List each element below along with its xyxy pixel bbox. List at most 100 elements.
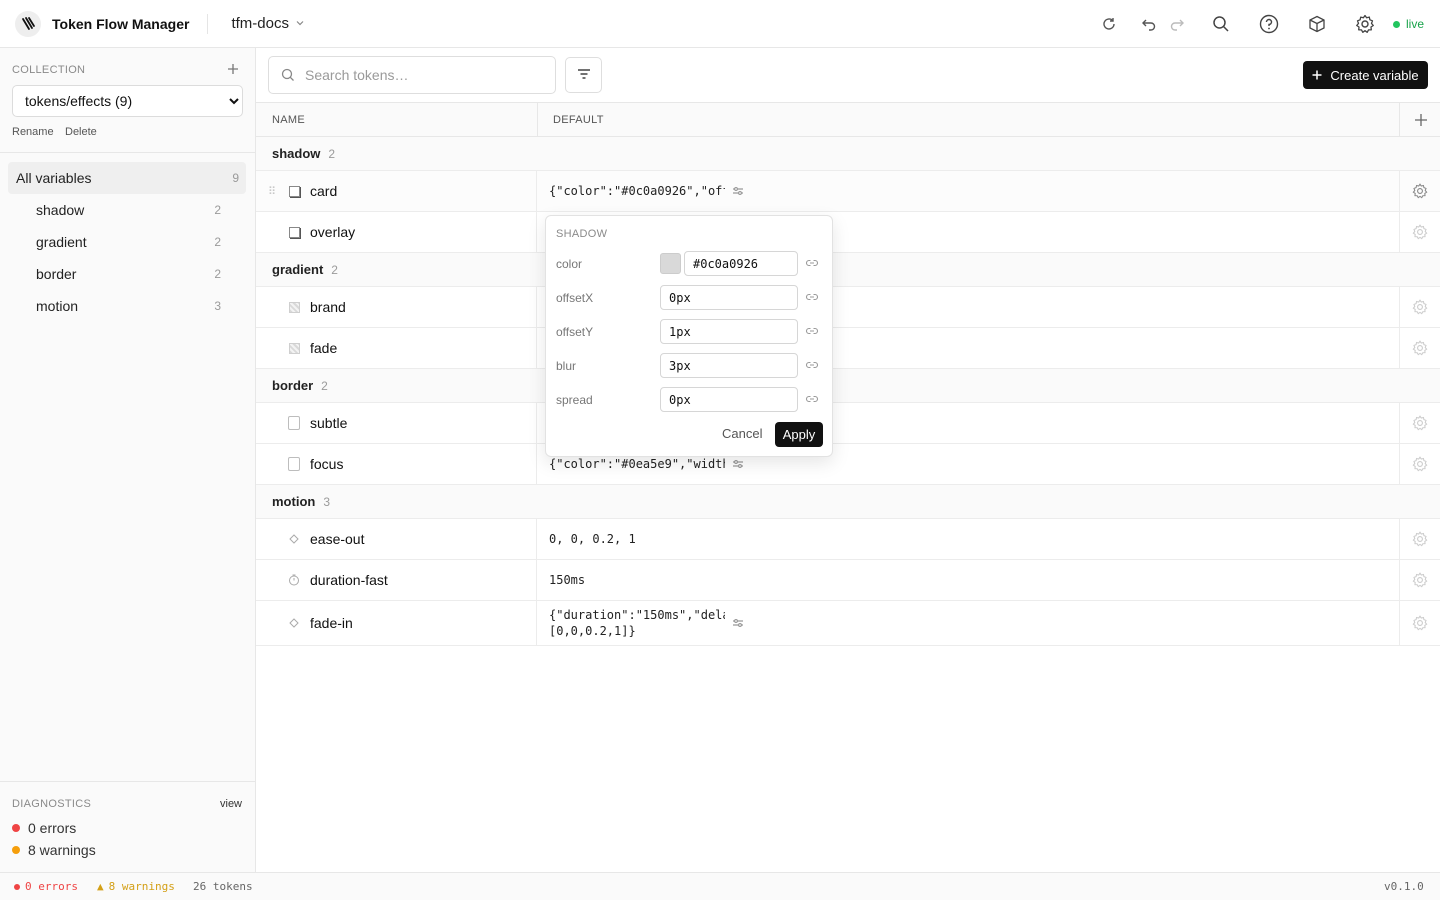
link-icon[interactable]: [805, 358, 819, 372]
divider: [207, 13, 209, 34]
apply-button[interactable]: Apply: [775, 422, 823, 447]
table-row[interactable]: ease-out 0, 0, 0.2, 1: [256, 519, 1440, 560]
nav-all-variables[interactable]: All variables 9: [8, 162, 246, 194]
search-box[interactable]: [268, 56, 556, 94]
row-settings-icon[interactable]: [1399, 601, 1440, 645]
undo-icon[interactable]: [1137, 12, 1161, 36]
token-name[interactable]: brand: [310, 299, 346, 315]
nav-motion[interactable]: motion 3: [8, 290, 246, 322]
nav-shadow[interactable]: shadow 2: [8, 194, 246, 226]
color-swatch[interactable]: [660, 253, 681, 274]
name-cell: ⠿ card: [256, 171, 537, 211]
status-warnings[interactable]: ▲ 8 warnings: [97, 880, 175, 893]
drag-handle-icon[interactable]: ⠿: [268, 185, 276, 198]
package-icon[interactable]: [1305, 12, 1329, 36]
status-bar: 0 errors ▲ 8 warnings 26 tokens v0.1.0: [0, 872, 1440, 900]
row-settings-icon[interactable]: [1399, 287, 1440, 327]
nav-border[interactable]: border 2: [8, 258, 246, 290]
refresh-icon[interactable]: [1097, 12, 1121, 36]
field-label-blur: blur: [556, 359, 577, 373]
help-icon[interactable]: [1257, 12, 1281, 36]
redo-icon[interactable]: [1165, 12, 1189, 36]
search-icon[interactable]: [1209, 12, 1233, 36]
row-settings-icon[interactable]: [1399, 171, 1440, 211]
adjust-icon[interactable]: [731, 457, 745, 471]
token-name[interactable]: fade: [310, 340, 337, 356]
nav-label: motion: [36, 298, 79, 314]
link-icon[interactable]: [805, 324, 819, 338]
filter-button[interactable]: [565, 57, 602, 93]
nav-count: 2: [214, 267, 221, 281]
add-collection-icon[interactable]: [226, 62, 240, 76]
table-row[interactable]: ⠿ card {"color":"#0c0a0926","offsetX":"0…: [256, 171, 1440, 212]
group-name: shadow: [272, 146, 321, 161]
name-cell: fade: [256, 328, 537, 368]
row-settings-icon[interactable]: [1399, 560, 1440, 600]
token-name[interactable]: ease-out: [310, 531, 364, 547]
settings-icon[interactable]: [1353, 12, 1377, 36]
token-value[interactable]: {"color":"#0ea5e9","width":"1px"}: [549, 457, 725, 471]
group-header-border[interactable]: border 2: [256, 369, 1440, 403]
search-input[interactable]: [305, 67, 535, 83]
table-row[interactable]: fade: [256, 328, 1440, 369]
delete-link[interactable]: Delete: [65, 126, 97, 138]
color-input[interactable]: [684, 251, 798, 276]
adjust-icon[interactable]: [731, 184, 745, 198]
table-row[interactable]: brand: [256, 287, 1440, 328]
token-name[interactable]: fade-in: [310, 615, 353, 631]
status-errors-text: 0 errors: [25, 880, 78, 893]
link-icon[interactable]: [805, 392, 819, 406]
name-cell: overlay: [256, 212, 537, 252]
create-variable-button[interactable]: Create variable: [1303, 61, 1428, 89]
cancel-button[interactable]: Cancel: [722, 426, 762, 441]
row-settings-icon[interactable]: [1399, 444, 1440, 484]
token-name[interactable]: focus: [310, 456, 343, 472]
token-name[interactable]: duration-fast: [310, 572, 388, 588]
token-value[interactable]: 0, 0, 0.2, 1: [549, 532, 636, 546]
token-value[interactable]: {"duration":"150ms","dela: [549, 608, 725, 622]
row-settings-icon[interactable]: [1399, 212, 1440, 252]
token-value[interactable]: 150ms: [549, 573, 585, 587]
live-dot: [1392, 20, 1400, 28]
blur-input[interactable]: [660, 353, 798, 378]
status-tokens: 26 tokens: [193, 880, 253, 893]
offsety-input[interactable]: [660, 319, 798, 344]
nav-gradient[interactable]: gradient 2: [8, 226, 246, 258]
status-errors[interactable]: 0 errors: [14, 880, 78, 893]
table-row[interactable]: duration-fast 150ms: [256, 560, 1440, 601]
gradient-swatch-icon: [288, 342, 300, 354]
group-count: 2: [331, 262, 338, 277]
token-value-line2[interactable]: [0,0,0.2,1]}: [549, 624, 725, 638]
collection-select[interactable]: tokens/effects (9): [12, 85, 243, 117]
status-version: v0.1.0: [1384, 880, 1424, 893]
rename-link[interactable]: Rename: [12, 126, 54, 138]
group-header-motion[interactable]: motion 3: [256, 485, 1440, 519]
border-swatch-icon: [288, 416, 300, 430]
token-name[interactable]: subtle: [310, 415, 347, 431]
row-settings-icon[interactable]: [1399, 403, 1440, 443]
field-label-offsetx: offsetX: [556, 291, 594, 305]
nav-count: 2: [214, 203, 221, 217]
nav-label: gradient: [36, 234, 87, 250]
link-icon[interactable]: [805, 290, 819, 304]
table-row[interactable]: subtle: [256, 403, 1440, 444]
row-settings-icon[interactable]: [1399, 328, 1440, 368]
collection-label: COLLECTION: [12, 64, 86, 76]
group-header-shadow[interactable]: shadow 2: [256, 137, 1440, 171]
token-name[interactable]: overlay: [310, 224, 355, 240]
token-value[interactable]: {"color":"#0c0a0926","offsetX":"0px"}: [549, 184, 725, 198]
diagnostics-view-link[interactable]: view: [220, 798, 242, 810]
row-settings-icon[interactable]: [1399, 519, 1440, 559]
table-row[interactable]: fade-in {"duration":"150ms","dela [0,0,0…: [256, 601, 1440, 646]
spread-input[interactable]: [660, 387, 798, 412]
project-selector[interactable]: tfm-docs: [231, 15, 305, 32]
offsetx-input[interactable]: [660, 285, 798, 310]
logo-icon: [15, 10, 41, 37]
table-row[interactable]: overlay: [256, 212, 1440, 253]
add-column-icon[interactable]: [1413, 112, 1429, 128]
token-name[interactable]: card: [310, 183, 337, 199]
link-icon[interactable]: [805, 256, 819, 270]
table-row[interactable]: focus {"color":"#0ea5e9","width":"1px"}: [256, 444, 1440, 485]
adjust-icon[interactable]: [731, 616, 745, 630]
group-header-gradient[interactable]: gradient 2: [256, 253, 1440, 287]
